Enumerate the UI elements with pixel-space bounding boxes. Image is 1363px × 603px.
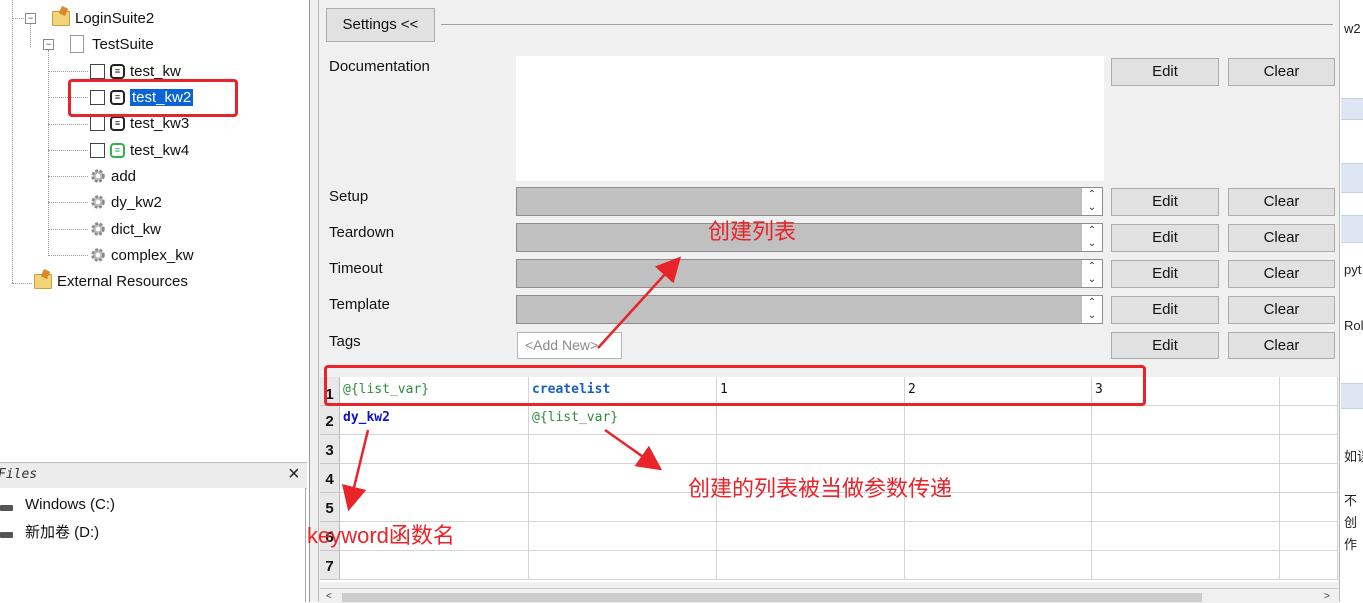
annotation-arrows <box>341 256 682 512</box>
arrow-create-list <box>597 256 682 349</box>
arrow-param <box>604 428 663 471</box>
arrow-keyword-name <box>341 429 370 512</box>
